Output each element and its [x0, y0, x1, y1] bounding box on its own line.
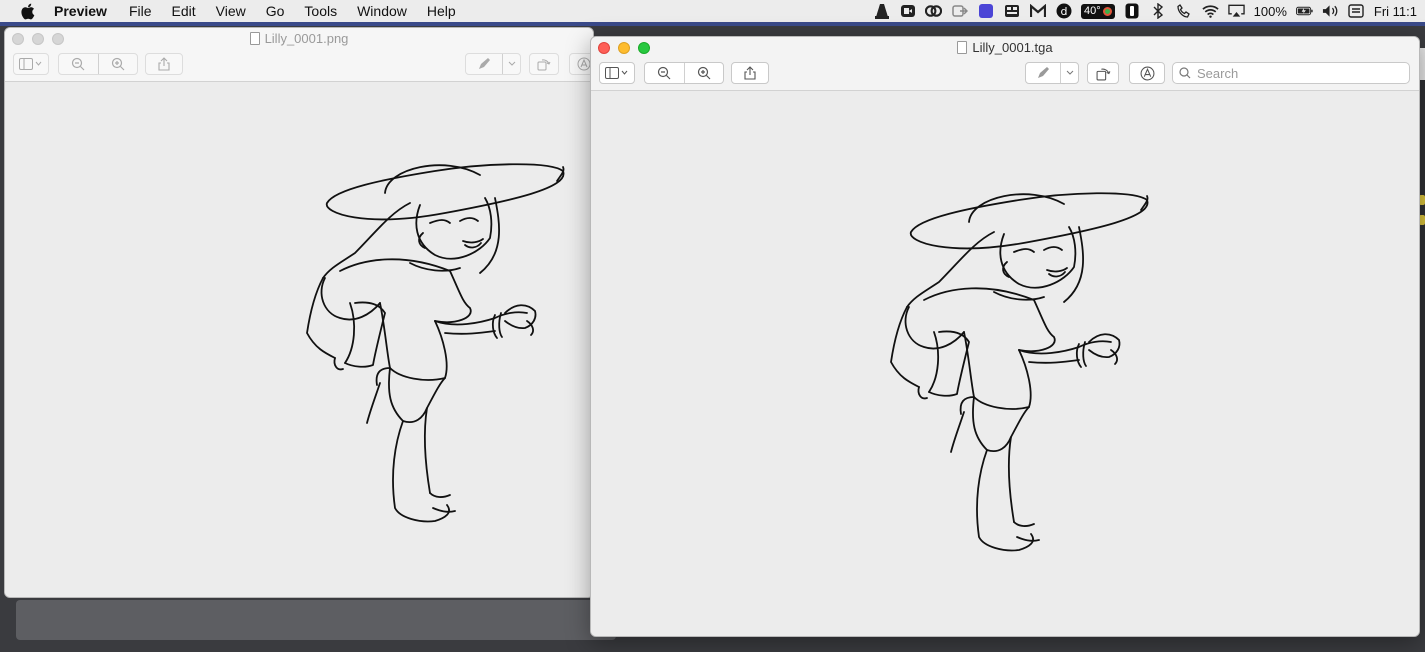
rotate-icon: [1096, 68, 1110, 80]
markup-controls: [465, 53, 521, 75]
zoom-out-icon: [72, 57, 85, 71]
sidebar-button[interactable]: [599, 62, 635, 84]
battery-percent[interactable]: 100%: [1254, 4, 1287, 19]
search-input[interactable]: [1197, 65, 1397, 81]
dashboard-icon[interactable]: [1003, 3, 1020, 19]
annotate-button[interactable]: [1129, 62, 1165, 84]
desktop-stripe: [0, 22, 1425, 26]
sidebar-icon: [605, 67, 628, 79]
menu-file[interactable]: File: [119, 0, 162, 22]
battery-charging-icon[interactable]: [1295, 3, 1313, 19]
character-sketch-image: [890, 192, 1149, 552]
zoom-controls: [644, 62, 724, 84]
window-titlebar[interactable]: Lilly_0001.png: [5, 28, 593, 82]
sidebar-icon: [19, 58, 42, 70]
menu-tools[interactable]: Tools: [294, 0, 347, 22]
zoom-in-icon: [697, 66, 711, 80]
background-panel: [16, 600, 616, 640]
zoom-in-button[interactable]: [97, 54, 137, 74]
markup-pen-icon: [479, 58, 490, 69]
vlc-cone-icon[interactable]: [873, 3, 890, 19]
menu-window[interactable]: Window: [347, 0, 417, 22]
weather-dot-icon: [1102, 6, 1112, 16]
zoom-out-button[interactable]: [645, 63, 684, 83]
volume-icon[interactable]: [1322, 3, 1339, 19]
menu-help[interactable]: Help: [417, 0, 466, 22]
window-title-text: Lilly_0001.png: [264, 31, 349, 46]
menu-view[interactable]: View: [206, 0, 256, 22]
share-button[interactable]: [731, 62, 769, 84]
preview-window-tga[interactable]: Lilly_0001.tga: [590, 36, 1420, 637]
rotate-button[interactable]: [1087, 62, 1119, 84]
window-title: Lilly_0001.tga: [591, 40, 1419, 55]
markup-menu-button[interactable]: [1060, 63, 1078, 83]
svg-text:d: d: [1060, 5, 1067, 18]
one-password-icon[interactable]: [1124, 3, 1141, 19]
status-area: d 40° 100% Fri 11:1: [873, 0, 1425, 22]
temperature-text: 40°: [1084, 4, 1101, 17]
mail-m-icon[interactable]: [1029, 3, 1046, 19]
wifi-icon[interactable]: [1202, 3, 1219, 19]
markup-button[interactable]: [466, 54, 502, 74]
annotate-circle-icon: [577, 57, 591, 71]
document-canvas[interactable]: [5, 83, 593, 597]
d-app-icon[interactable]: d: [1055, 3, 1072, 19]
airplay-icon[interactable]: [1227, 3, 1245, 19]
zoom-out-icon: [658, 66, 671, 80]
chevron-down-icon: [508, 61, 515, 66]
toolbar: [599, 62, 1411, 84]
window-title-text: Lilly_0001.tga: [972, 40, 1053, 55]
share-button[interactable]: [145, 53, 183, 75]
video-camera-icon[interactable]: [899, 3, 916, 19]
document-canvas[interactable]: [591, 92, 1419, 636]
markup-menu-button[interactable]: [502, 54, 520, 74]
markup-button[interactable]: [1026, 63, 1060, 83]
preview-window-png[interactable]: Lilly_0001.png: [4, 27, 594, 598]
clock[interactable]: Fri 11:1: [1374, 4, 1417, 19]
zoom-in-button[interactable]: [683, 63, 723, 83]
search-field[interactable]: [1172, 62, 1410, 84]
weather-widget[interactable]: 40°: [1081, 3, 1115, 19]
magnifier-icon: [1179, 67, 1191, 79]
window-titlebar[interactable]: Lilly_0001.tga: [591, 37, 1419, 91]
sidebar-button[interactable]: [13, 53, 49, 75]
phone-icon[interactable]: [1176, 3, 1193, 19]
creative-cloud-icon[interactable]: [925, 3, 942, 19]
menu-bar: Preview File Edit View Go Tools Window H…: [0, 0, 1425, 22]
export-arrow-icon[interactable]: [951, 3, 968, 19]
toolbar: [13, 53, 593, 75]
rotate-icon: [537, 59, 551, 71]
menu-extra-icon[interactable]: [1348, 3, 1365, 19]
menu-edit[interactable]: Edit: [162, 0, 206, 22]
markup-pen-icon: [1038, 67, 1049, 78]
bluetooth-icon[interactable]: [1150, 3, 1167, 19]
rotate-button[interactable]: [529, 53, 559, 75]
zoom-in-icon: [111, 57, 125, 71]
window-title: Lilly_0001.png: [5, 31, 593, 46]
menu-app-name[interactable]: Preview: [54, 0, 119, 22]
zoom-controls: [58, 53, 138, 75]
zoom-out-button[interactable]: [59, 54, 98, 74]
markup-controls: [1025, 62, 1079, 84]
share-icon: [158, 57, 170, 71]
purple-app-icon[interactable]: [977, 3, 994, 19]
document-icon: [249, 32, 260, 45]
document-icon: [957, 41, 968, 54]
apple-menu-icon[interactable]: [20, 2, 38, 20]
share-icon: [744, 66, 756, 80]
chevron-down-icon: [1066, 70, 1073, 75]
menu-go[interactable]: Go: [256, 0, 295, 22]
character-sketch-image: [306, 163, 565, 523]
annotate-circle-icon: [1140, 66, 1154, 80]
